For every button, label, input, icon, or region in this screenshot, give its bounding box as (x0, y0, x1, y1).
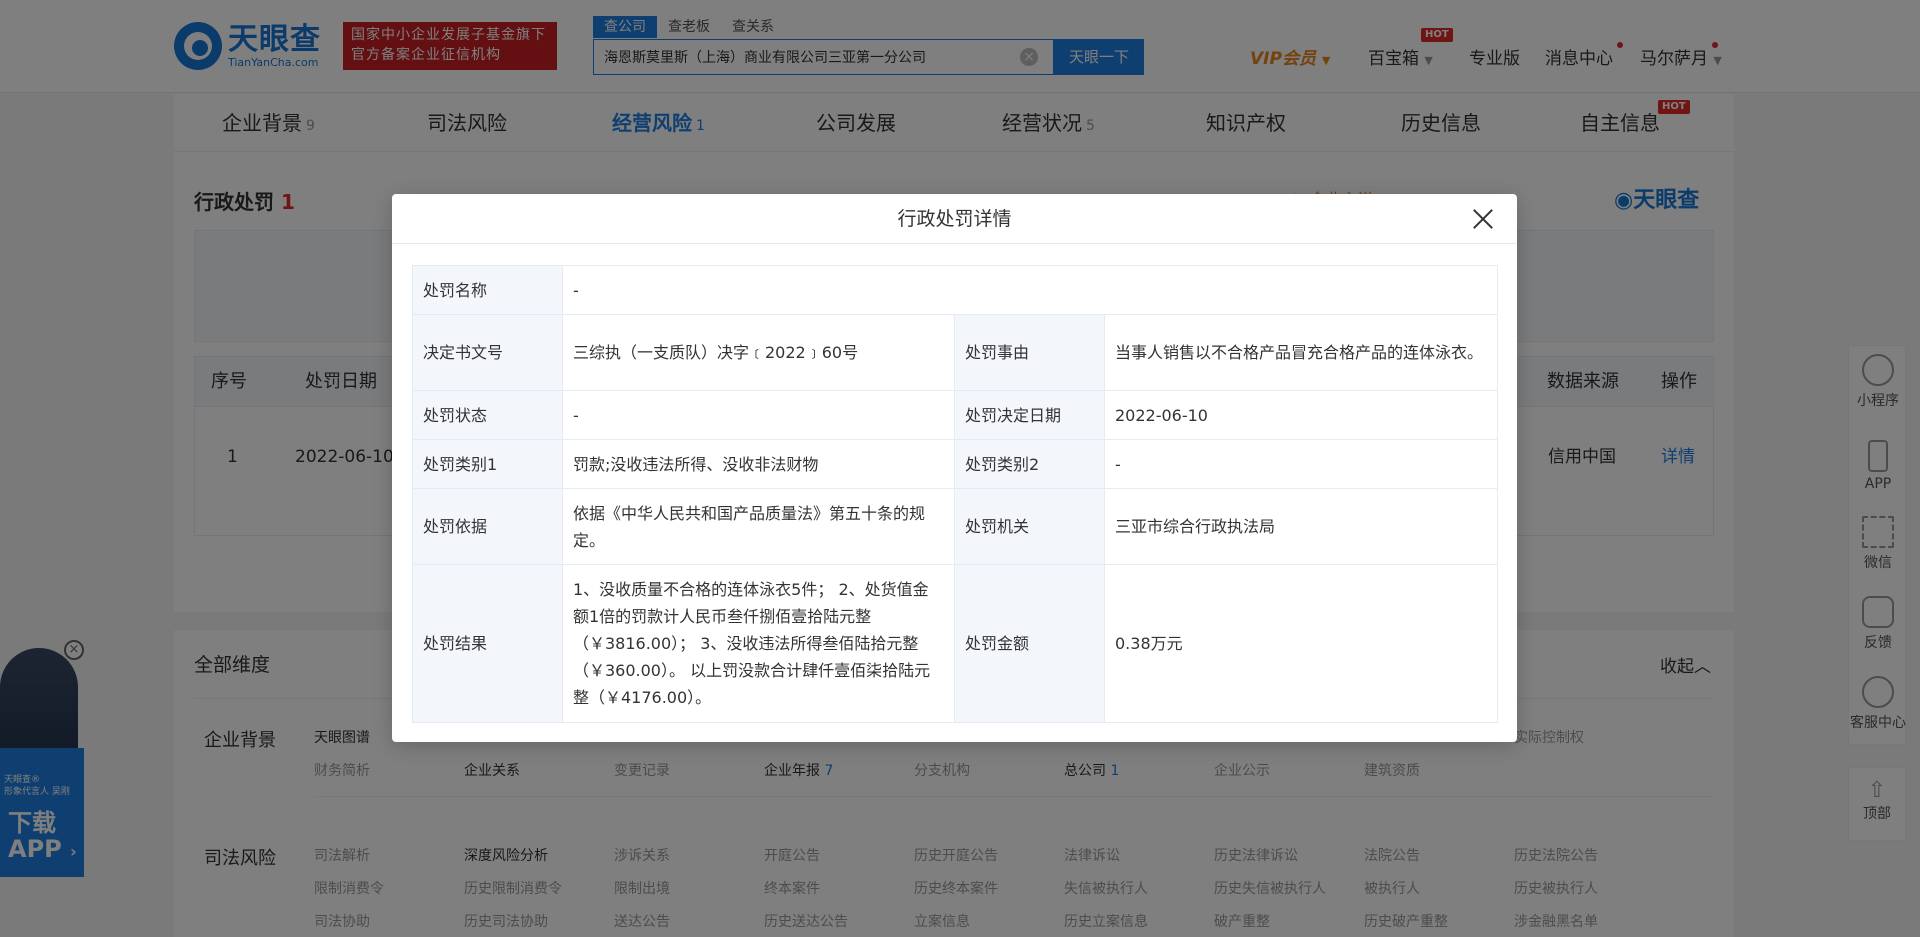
penalty-result-value: 1、没收质量不合格的连体泳衣5件； 2、处货值金额1倍的罚款计人民币叁仟捌佰壹拾… (562, 564, 955, 723)
penalty-type2-value: - (1103, 439, 1499, 489)
field-label: 处罚金额 (954, 564, 1105, 723)
penalty-reason-value: 当事人销售以不合格产品冒充合格产品的连体泳衣。 (1103, 314, 1499, 391)
decision-date-value: 2022-06-10 (1103, 390, 1499, 440)
penalty-amount-value: 0.38万元 (1103, 564, 1499, 723)
field-label: 处罚状态 (412, 390, 563, 440)
penalty-authority-value: 三亚市综合行政执法局 (1103, 488, 1499, 565)
field-label: 处罚名称 (412, 265, 563, 315)
field-label: 处罚依据 (412, 488, 563, 565)
penalty-name-value: - (561, 265, 1499, 315)
field-label: 处罚类别2 (954, 439, 1105, 489)
penalty-detail-table: 处罚名称 - 决定书文号 三综执（一支质队）决字﹝2022﹞60号 处罚事由 当… (412, 265, 1499, 723)
field-label: 处罚机关 (954, 488, 1105, 565)
field-label: 处罚决定日期 (954, 390, 1105, 440)
decision-doc-value: 三综执（一支质队）决字﹝2022﹞60号 (562, 314, 955, 391)
field-label: 决定书文号 (412, 314, 563, 391)
table-row: 处罚名称 - (412, 265, 1499, 315)
table-row: 决定书文号 三综执（一支质队）决字﹝2022﹞60号 处罚事由 当事人销售以不合… (412, 314, 1499, 391)
field-label: 处罚事由 (954, 314, 1105, 391)
field-label: 处罚结果 (412, 564, 563, 723)
penalty-type1-value: 罚款;没收违法所得、没收非法财物 (562, 439, 955, 489)
modal-title: 行政处罚详情 (392, 194, 1517, 244)
table-row: 处罚依据 依据《中华人民共和国产品质量法》第五十条的规定。 处罚机关 三亚市综合… (412, 488, 1499, 565)
table-row: 处罚类别1 罚款;没收违法所得、没收非法财物 处罚类别2 - (412, 439, 1499, 489)
field-label: 处罚类别1 (412, 439, 563, 489)
table-row: 处罚状态 - 处罚决定日期 2022-06-10 (412, 390, 1499, 440)
close-icon[interactable] (1470, 206, 1496, 232)
penalty-status-value: - (562, 390, 955, 440)
table-row: 处罚结果 1、没收质量不合格的连体泳衣5件； 2、处货值金额1倍的罚款计人民币叁… (412, 564, 1499, 723)
penalty-basis-value: 依据《中华人民共和国产品质量法》第五十条的规定。 (562, 488, 955, 565)
penalty-detail-modal: 行政处罚详情 处罚名称 - 决定书文号 三综执（一支质队）决字﹝2022﹞60号… (392, 194, 1517, 742)
